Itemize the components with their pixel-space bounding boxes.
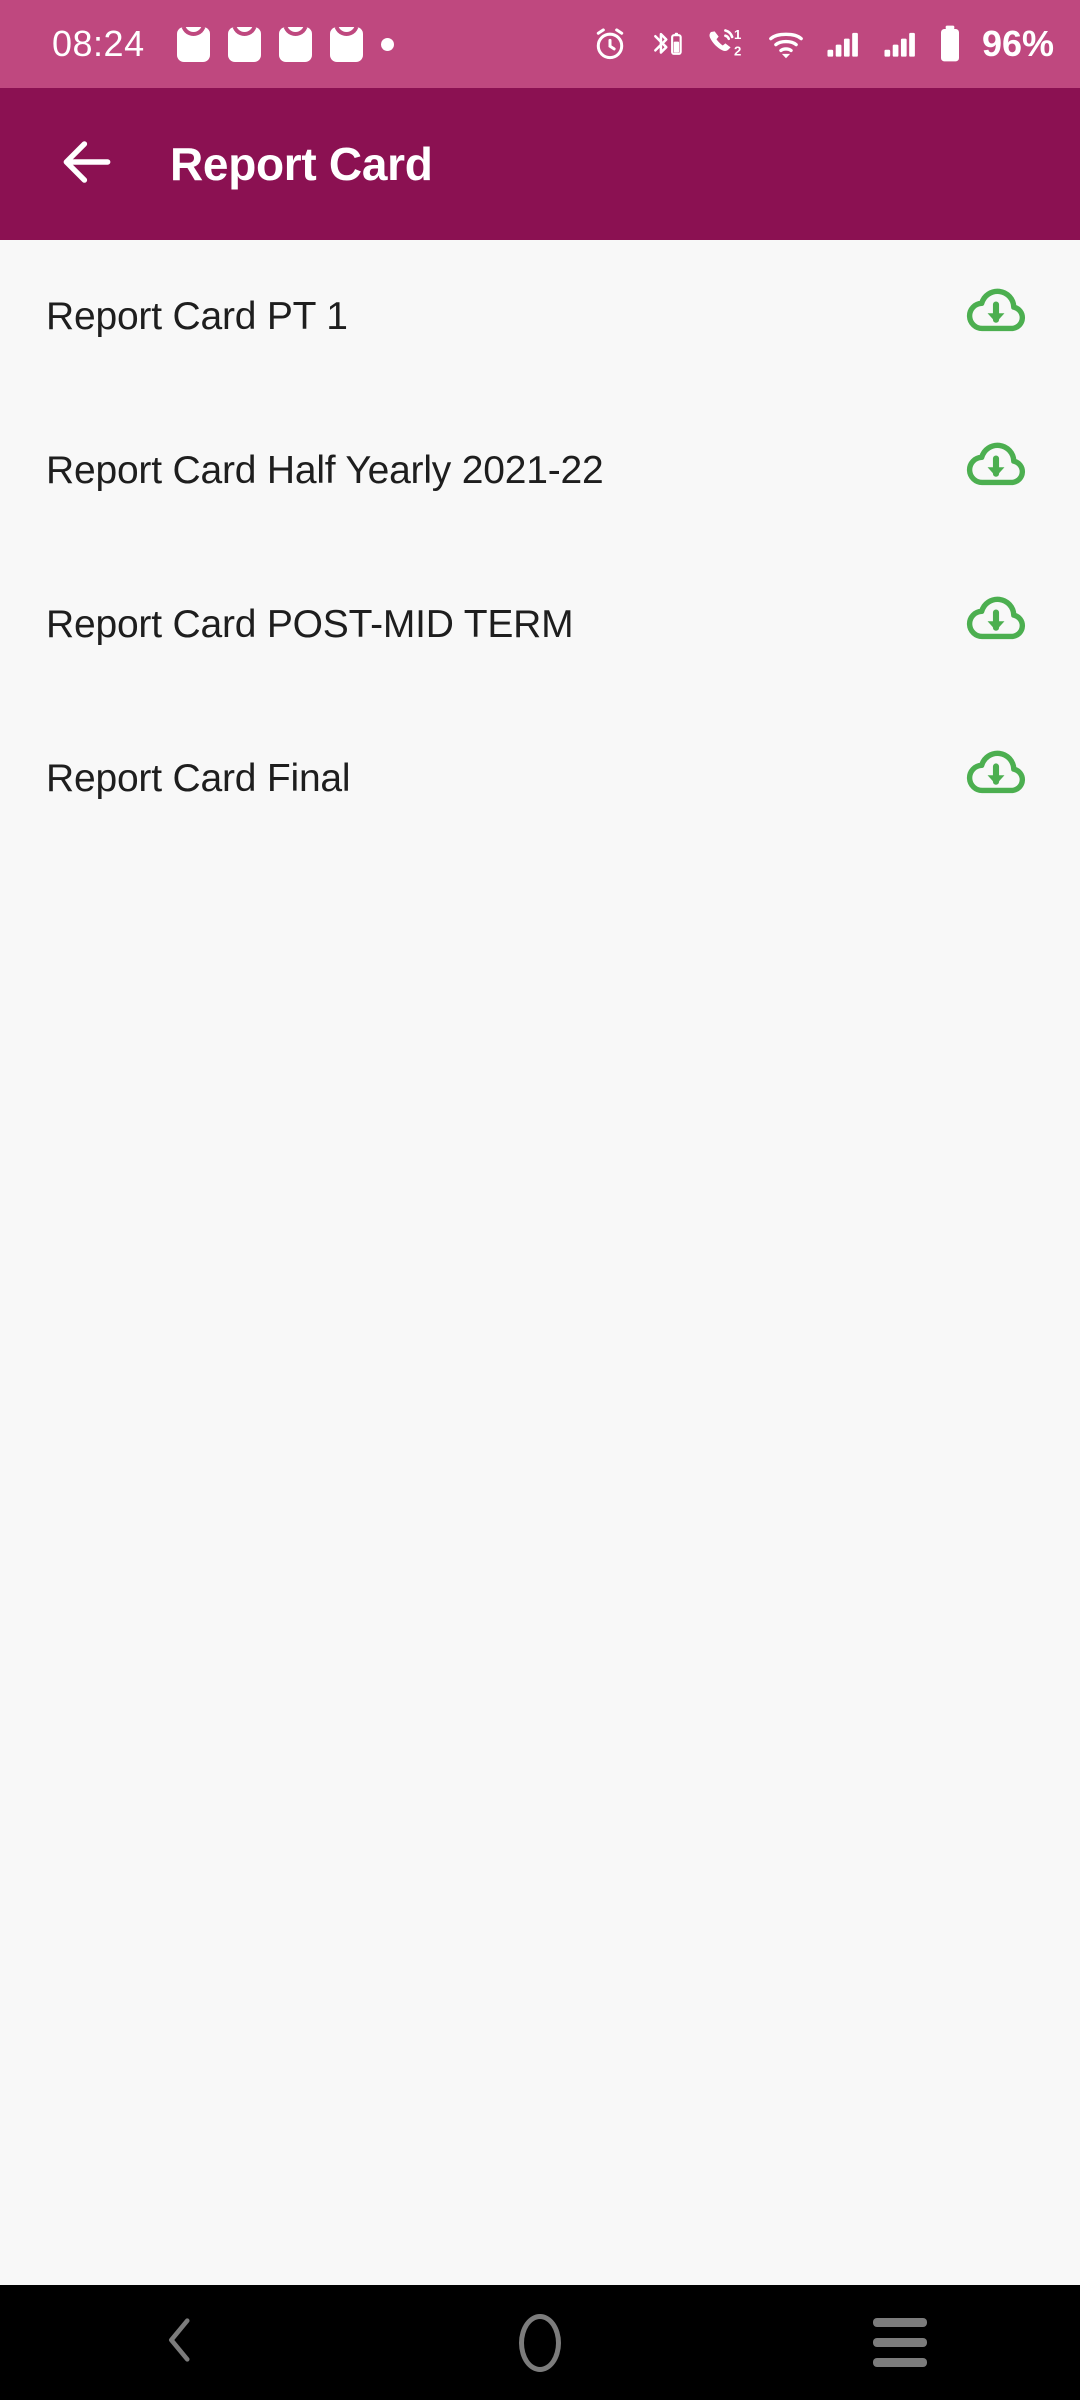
app-bar: Report Card: [0, 88, 1080, 240]
phone-screen: 08:24 1 2 96% Report Card Report Card PT…: [0, 0, 1080, 2400]
signal-sim2-icon: [880, 25, 920, 63]
download-button[interactable]: [958, 741, 1034, 817]
cloud-download-icon: [961, 434, 1031, 509]
download-button[interactable]: [958, 587, 1034, 663]
list-item[interactable]: Report Card PT 1: [0, 240, 1080, 394]
download-button[interactable]: [958, 433, 1034, 509]
battery-percent-label: 96%: [981, 23, 1054, 64]
notification-dot-icon: [380, 37, 394, 51]
wifi-icon: [766, 25, 806, 63]
arrow-left-icon: [56, 131, 118, 198]
hamburger-icon: [873, 2318, 927, 2367]
nav-home-button[interactable]: [450, 2285, 630, 2400]
circle-icon: [519, 2313, 561, 2372]
back-button[interactable]: [52, 129, 122, 199]
list-item-label: Report Card Half Yearly 2021-22: [46, 448, 604, 492]
mail-icon: [227, 26, 261, 62]
cloud-download-icon: [961, 742, 1031, 817]
cloud-download-icon: [961, 280, 1031, 355]
svg-text:1: 1: [734, 27, 741, 42]
system-navigation-bar: [0, 2285, 1080, 2400]
svg-text:2: 2: [734, 43, 741, 58]
download-button[interactable]: [958, 279, 1034, 355]
mail-icon: [176, 26, 210, 62]
mail-icon: [329, 26, 363, 62]
mail-icon: [278, 26, 312, 62]
list-item-label: Report Card Final: [46, 756, 351, 800]
list-item[interactable]: Report Card POST-MID TERM: [0, 548, 1080, 702]
status-notification-icons: [176, 26, 394, 62]
nav-back-button[interactable]: [90, 2285, 270, 2400]
alarm-clock-icon: [591, 25, 629, 63]
list-item-label: Report Card POST-MID TERM: [46, 602, 574, 646]
chevron-left-icon: [151, 2311, 209, 2374]
report-card-list: Report Card PT 1 Report Card Half Yearly…: [0, 240, 1080, 2285]
missed-call-icon: 1 2: [703, 25, 749, 63]
page-title: Report Card: [170, 138, 433, 190]
status-system-icons: 1 2 96%: [591, 24, 1054, 64]
battery-icon: [937, 24, 963, 64]
bluetooth-battery-icon: [646, 25, 686, 63]
nav-recents-button[interactable]: [810, 2285, 990, 2400]
status-clock: 08:24: [52, 23, 145, 64]
status-bar: 08:24 1 2 96%: [0, 0, 1080, 88]
signal-sim1-icon: [823, 25, 863, 63]
cloud-download-icon: [961, 588, 1031, 663]
list-item[interactable]: Report Card Final: [0, 702, 1080, 856]
list-item[interactable]: Report Card Half Yearly 2021-22: [0, 394, 1080, 548]
list-item-label: Report Card PT 1: [46, 294, 348, 338]
